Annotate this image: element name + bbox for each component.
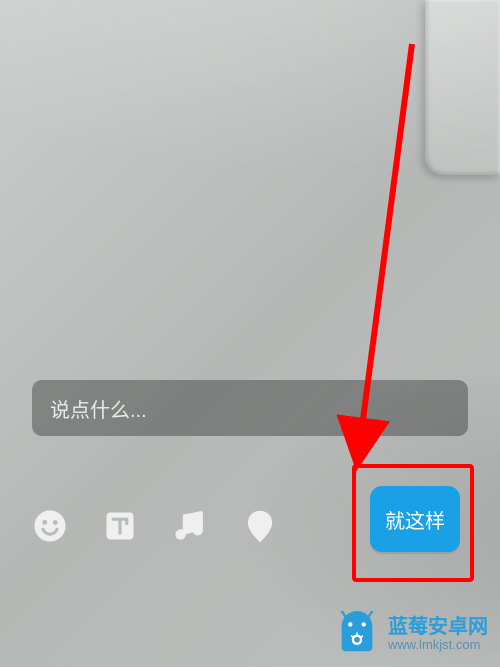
comment-input-placeholder: 说点什么... xyxy=(50,394,147,423)
submit-button-label: 就这样 xyxy=(385,505,445,534)
text-tool-icon[interactable] xyxy=(102,508,138,544)
emoji-icon[interactable] xyxy=(32,508,68,544)
trackpad-corner xyxy=(425,0,500,175)
comment-input[interactable]: 说点什么... xyxy=(32,380,468,436)
location-icon[interactable] xyxy=(242,508,278,544)
music-icon[interactable] xyxy=(172,508,208,544)
submit-button[interactable]: 就这样 xyxy=(370,486,460,552)
